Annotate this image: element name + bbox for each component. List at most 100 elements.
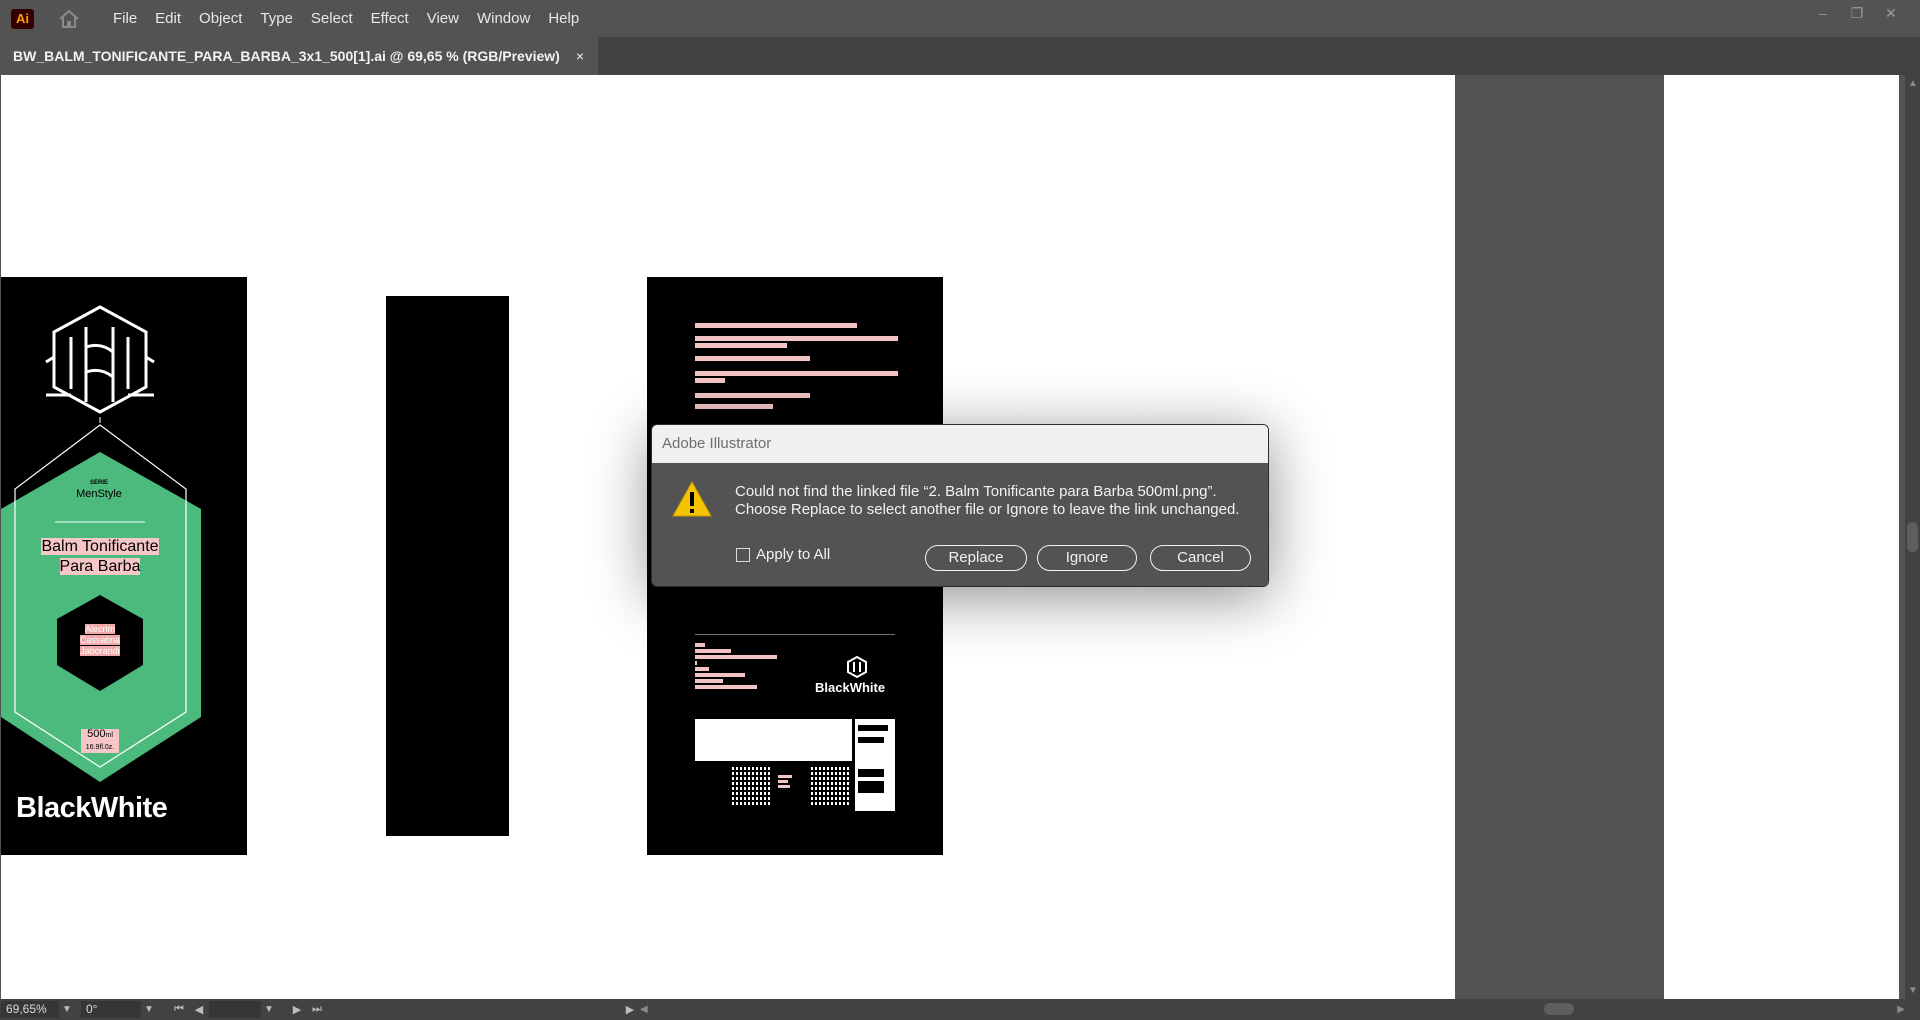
text-line <box>695 343 787 348</box>
scroll-left-icon[interactable]: ◀ <box>640 1004 648 1015</box>
rotation-dropdown-icon[interactable]: ▼ <box>141 1004 157 1015</box>
artboard-number-field[interactable] <box>209 1001 261 1018</box>
menu-view[interactable]: View <box>418 0 468 37</box>
product-name-line-2: Para Barba <box>59 558 141 575</box>
ingredient-1: Alecrim <box>84 624 115 634</box>
minimize-icon[interactable]: – <box>1812 3 1834 23</box>
illustrator-logo: Ai <box>11 8 34 29</box>
text-line <box>695 649 731 653</box>
ingredient-3: Jaborandi <box>80 646 120 656</box>
next-artboard-icon[interactable]: ▶ <box>287 1003 307 1016</box>
qr-side-text <box>778 775 792 801</box>
zoom-dropdown-icon[interactable]: ▼ <box>59 1004 75 1015</box>
text-line <box>695 404 773 409</box>
text-line <box>695 643 705 647</box>
document-tab[interactable]: BW_BALM_TONIFICANTE_PARA_BARBA_3x1_500[1… <box>0 37 599 75</box>
restore-icon[interactable]: ❐ <box>1846 3 1868 23</box>
ingredient-2: Cassatina <box>79 635 121 645</box>
scroll-up-icon[interactable]: ▲ <box>1908 78 1918 89</box>
text-line <box>778 780 788 783</box>
brand-logo-back: BlackWhite <box>815 680 886 695</box>
home-icon[interactable] <box>56 6 82 32</box>
barcode-box <box>855 719 895 811</box>
ignore-button[interactable]: Ignore <box>1037 545 1137 571</box>
text-line <box>778 785 790 788</box>
illustrator-window: Ai File Edit Object Type Select Effect V… <box>0 0 1920 1020</box>
menu-help[interactable]: Help <box>539 0 588 37</box>
text-line <box>695 323 857 328</box>
vertical-scrollbar[interactable]: ▲ ▼ <box>1905 75 1920 999</box>
back-text-block <box>695 323 898 411</box>
line-name: MenStyle <box>76 488 122 500</box>
rotation-field[interactable]: 0° <box>81 1001 141 1018</box>
brand-logo-front: BlackWhite <box>16 792 168 824</box>
menu-effect[interactable]: Effect <box>362 0 418 37</box>
horizontal-scroll-thumb[interactable] <box>1544 1003 1574 1015</box>
tab-close-icon[interactable]: × <box>576 48 584 64</box>
vertical-scroll-thumb[interactable] <box>1907 522 1918 552</box>
menu-bar: Ai File Edit Object Type Select Effect V… <box>0 0 1920 37</box>
text-line <box>695 393 810 398</box>
back-divider <box>695 634 895 635</box>
document-tab-title: BW_BALM_TONIFICANTE_PARA_BARBA_3x1_500[1… <box>13 48 560 64</box>
ingredients: Alecrim Cassatina Jaborandi <box>75 624 125 657</box>
prev-artboard-icon[interactable]: ◀ <box>189 1003 209 1016</box>
scroll-right-icon[interactable]: ▶ <box>1897 1004 1905 1015</box>
text-line <box>695 371 898 376</box>
cancel-button[interactable]: Cancel <box>1150 545 1251 571</box>
label-front-panel[interactable]: SERIE MenStyle Balm Tonificante Para Bar… <box>1 277 247 855</box>
volume-oz: 16.9fl.0z. <box>85 744 115 751</box>
text-line <box>695 673 745 677</box>
status-bar: 69,65% ▼ 0° ▼ ⏮ ◀ ▼ ▶ ⏭ ▶ ◀ ▶ <box>0 999 1920 1020</box>
dialog-message-line-2: Choose Replace to select another file or… <box>735 501 1240 518</box>
replace-button[interactable]: Replace <box>925 545 1027 571</box>
document-tab-bar: BW_BALM_TONIFICANTE_PARA_BARBA_3x1_500[1… <box>0 37 1920 75</box>
menu-select[interactable]: Select <box>302 0 362 37</box>
dialog-title: Adobe Illustrator <box>652 425 1268 463</box>
artboard-dropdown-icon[interactable]: ▼ <box>261 1004 277 1015</box>
menu-edit[interactable]: Edit <box>146 0 190 37</box>
window-controls: – ❐ ✕ <box>1812 3 1902 23</box>
brand-monogram-small <box>847 655 867 679</box>
text-line <box>695 685 757 689</box>
info-white-box <box>695 719 852 761</box>
volume-label: 500ml 16.9fl.0z. <box>81 729 119 753</box>
dialog-message-line-1: Could not find the linked file “2. Balm … <box>735 483 1217 500</box>
menu-object[interactable]: Object <box>190 0 251 37</box>
qr-code <box>809 765 849 807</box>
text-line <box>695 336 898 341</box>
menu-window[interactable]: Window <box>468 0 539 37</box>
close-icon[interactable]: ✕ <box>1880 3 1902 23</box>
text-line <box>695 356 810 361</box>
status-menu-arrow-icon[interactable]: ▶ <box>620 1003 640 1016</box>
product-name: Balm Tonificante Para Barba <box>37 537 163 577</box>
horizontal-scrollbar[interactable]: ▶ ◀ ▶ <box>626 999 1905 1020</box>
last-artboard-icon[interactable]: ⏭ <box>307 1003 327 1016</box>
warning-icon <box>672 480 712 517</box>
serie-label: SERIE <box>89 480 108 486</box>
apply-to-all-label: Apply to All <box>756 546 831 563</box>
product-name-line-1: Balm Tonificante <box>41 538 159 555</box>
back-info-block <box>695 643 777 691</box>
missing-link-dialog: Adobe Illustrator Could not find the lin… <box>651 424 1269 587</box>
label-side-panel[interactable] <box>386 296 509 836</box>
first-artboard-icon[interactable]: ⏮ <box>169 1003 189 1016</box>
dialog-body: Could not find the linked file “2. Balm … <box>652 463 1268 586</box>
menu-type[interactable]: Type <box>251 0 302 37</box>
checkbox-square[interactable] <box>736 547 750 562</box>
dialog-message: Could not find the linked file “2. Balm … <box>735 483 1240 519</box>
volume-unit: ml <box>105 732 113 739</box>
qr-code <box>730 765 770 807</box>
volume-value: 500 <box>87 728 106 740</box>
text-line <box>778 775 792 778</box>
adjacent-artboard[interactable] <box>1664 75 1899 999</box>
text-line <box>695 661 697 665</box>
main-menu: File Edit Object Type Select Effect View… <box>104 0 588 37</box>
text-line <box>695 667 709 671</box>
text-line <box>695 378 725 383</box>
scroll-down-icon[interactable]: ▼ <box>1908 985 1918 996</box>
zoom-field[interactable]: 69,65% <box>1 1001 59 1018</box>
menu-file[interactable]: File <box>104 0 146 37</box>
apply-to-all-checkbox[interactable]: Apply to All <box>736 546 830 563</box>
text-line <box>695 655 777 659</box>
